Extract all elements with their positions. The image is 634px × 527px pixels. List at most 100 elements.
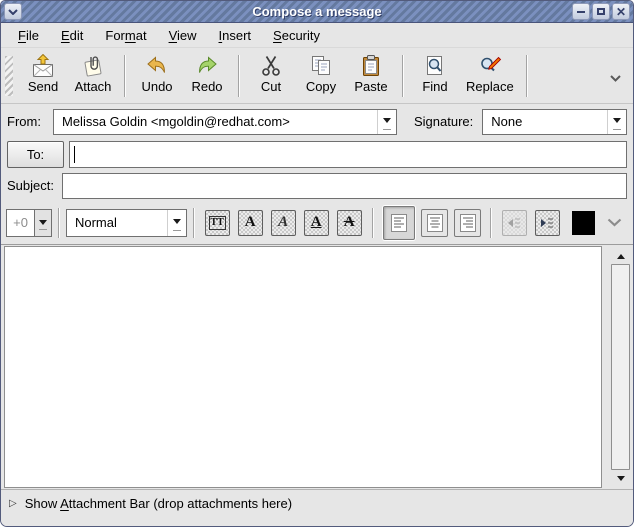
menu-security[interactable]: Security xyxy=(262,25,331,46)
from-label: From: xyxy=(7,114,53,129)
subject-input[interactable] xyxy=(62,173,627,199)
triangle-up-icon xyxy=(617,250,625,259)
message-body-input[interactable] xyxy=(4,246,602,488)
from-row: From: Melissa Goldin <mgoldin@redhat.com… xyxy=(1,104,633,139)
chevron-down-icon xyxy=(377,110,396,134)
menu-view[interactable]: View xyxy=(158,25,208,46)
window-menu-button[interactable] xyxy=(4,3,22,20)
strikethrough-toggle[interactable]: A xyxy=(337,210,362,236)
italic-toggle[interactable]: A xyxy=(271,210,296,236)
cut-button[interactable]: Cut xyxy=(246,52,296,100)
toolbar-overflow-button[interactable] xyxy=(602,66,629,89)
align-left-icon xyxy=(390,213,408,233)
close-icon: ✕ xyxy=(616,6,626,18)
menu-edit[interactable]: Edit xyxy=(50,25,94,46)
align-left-toggle[interactable] xyxy=(383,206,416,240)
send-mail-icon xyxy=(31,54,55,78)
message-body-area xyxy=(1,245,633,489)
from-select[interactable]: Melissa Goldin <mgoldin@redhat.com> xyxy=(53,109,397,135)
indent-icon xyxy=(538,214,556,232)
to-button[interactable]: To: xyxy=(7,141,64,168)
from-value: Melissa Goldin <mgoldin@redhat.com> xyxy=(54,114,377,129)
copy-button[interactable]: Copy xyxy=(296,52,346,100)
maximize-button[interactable] xyxy=(592,3,610,20)
cut-icon xyxy=(259,54,283,78)
align-center-toggle[interactable] xyxy=(421,209,448,237)
toolbar-separator xyxy=(58,208,60,238)
typewriter-icon: TT xyxy=(209,216,226,230)
attachment-icon xyxy=(81,54,105,78)
align-center-icon xyxy=(426,213,444,233)
toolbar-drag-handle[interactable] xyxy=(5,56,13,96)
indent-button[interactable] xyxy=(535,210,560,236)
paste-button[interactable]: Paste xyxy=(346,52,396,100)
signature-value: None xyxy=(483,114,607,129)
copy-icon xyxy=(309,54,333,78)
find-button[interactable]: Find xyxy=(410,52,460,100)
undo-button[interactable]: Undo xyxy=(132,52,182,100)
toolbar-separator xyxy=(402,55,404,97)
attachment-bar-label: Show Attachment Bar (drop attachments he… xyxy=(25,496,292,511)
format-overflow-button[interactable] xyxy=(601,213,628,232)
font-size-select[interactable]: +0 xyxy=(6,209,52,237)
replace-button[interactable]: Replace xyxy=(460,52,520,100)
subject-row: Subject: xyxy=(1,170,633,201)
triangle-right-icon: ▷ xyxy=(9,498,17,509)
window-title: Compose a message xyxy=(1,1,633,23)
chevron-down-icon xyxy=(34,210,51,236)
find-icon xyxy=(423,54,447,78)
toolbar-button-label: Redo xyxy=(191,79,222,94)
window-menu-icon xyxy=(8,9,18,15)
toolbar-button-label: Attach xyxy=(75,79,112,94)
toolbar-separator xyxy=(238,55,240,97)
menu-insert[interactable]: Insert xyxy=(208,25,263,46)
scrollbar-thumb[interactable] xyxy=(611,264,630,470)
toolbar-separator xyxy=(372,208,374,238)
subject-label: Subject: xyxy=(7,178,62,193)
to-input[interactable] xyxy=(69,141,627,168)
align-right-toggle[interactable] xyxy=(454,209,481,237)
typewriter-toggle[interactable]: TT xyxy=(205,210,230,236)
underline-toggle[interactable]: A xyxy=(304,210,329,236)
bold-toggle[interactable]: A xyxy=(238,210,263,236)
font-size-value: +0 xyxy=(7,210,34,236)
toolbar-button-label: Paste xyxy=(354,79,387,94)
unindent-button[interactable] xyxy=(502,210,527,236)
chevron-down-icon xyxy=(607,110,626,134)
title-bar[interactable]: Compose a message ✕ xyxy=(1,1,633,23)
toolbar-button-label: Copy xyxy=(306,79,336,94)
menu-format[interactable]: Format xyxy=(94,25,157,46)
minimize-button[interactable] xyxy=(572,3,590,20)
menu-file[interactable]: File xyxy=(7,25,50,46)
signature-select[interactable]: None xyxy=(482,109,627,135)
attachment-bar[interactable]: ▷ Show Attachment Bar (drop attachments … xyxy=(1,489,633,527)
paste-icon xyxy=(359,54,383,78)
chevron-down-icon xyxy=(607,218,622,227)
scroll-down-button[interactable] xyxy=(611,470,630,487)
chevron-down-icon xyxy=(610,75,621,82)
toolbar-button-label: Cut xyxy=(261,79,281,94)
scroll-up-button[interactable] xyxy=(611,247,630,264)
minimize-icon xyxy=(577,11,585,13)
paragraph-style-select[interactable]: Normal xyxy=(66,209,187,237)
to-row: To: xyxy=(1,139,633,170)
attach-button[interactable]: Attach xyxy=(68,52,118,100)
redo-icon xyxy=(195,54,219,78)
bold-icon: A xyxy=(245,215,256,230)
toolbar-separator xyxy=(193,208,195,238)
toolbar-button-label: Find xyxy=(422,79,447,94)
toolbar-separator xyxy=(124,55,126,97)
close-button[interactable]: ✕ xyxy=(612,3,630,20)
compose-window: Compose a message ✕ File Edit Format Vie… xyxy=(0,0,634,527)
align-right-icon xyxy=(459,213,477,233)
font-color-button[interactable] xyxy=(572,211,595,235)
underline-icon: A xyxy=(311,215,322,230)
maximize-icon xyxy=(597,8,605,15)
vertical-scrollbar[interactable] xyxy=(611,247,630,487)
replace-icon xyxy=(478,54,502,78)
send-button[interactable]: Send xyxy=(18,52,68,100)
redo-button[interactable]: Redo xyxy=(182,52,232,100)
toolbar-separator xyxy=(490,208,492,238)
italic-icon: A xyxy=(278,215,288,230)
paragraph-style-value: Normal xyxy=(67,215,167,230)
